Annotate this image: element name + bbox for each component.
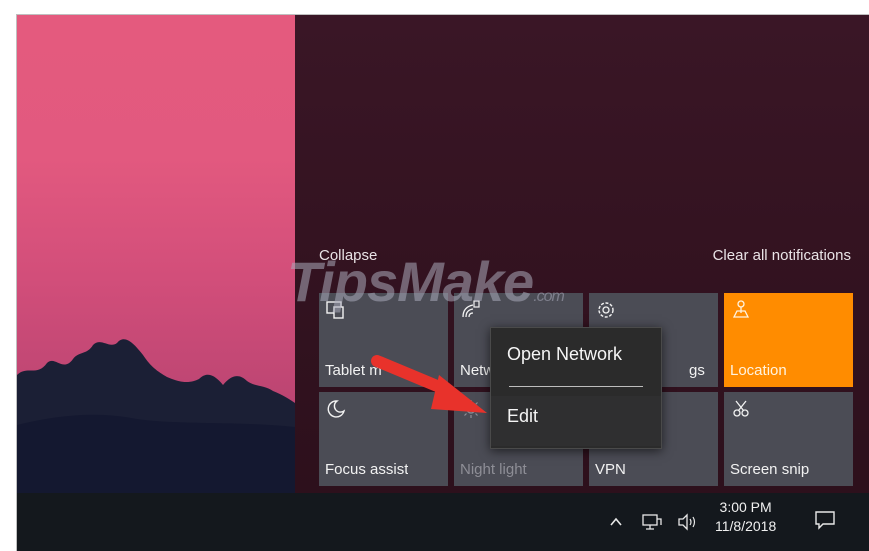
tile-label: Tablet m [325,362,382,379]
location-icon [732,300,750,318]
chevron-up-icon[interactable] [609,515,623,529]
clear-all-notifications-link[interactable]: Clear all notifications [713,247,851,264]
network-tray-icon[interactable] [641,513,663,531]
tablet-mode-icon [326,301,344,319]
tile-label: VPN [595,461,626,478]
moon-icon [327,400,346,418]
scissors-icon [733,400,749,417]
tile-label: Screen snip [730,461,810,478]
tile-label: Focus assist [325,461,409,478]
menu-item-open-network[interactable]: Open Network [507,344,622,365]
tile-location[interactable]: Location [724,293,853,387]
tile-focus-assist[interactable]: Focus assist [319,392,448,486]
action-center-icon[interactable] [814,509,836,531]
network-icon [462,300,480,318]
tile-screen-snip[interactable]: Screen snip [724,392,853,486]
menu-item-edit[interactable]: Edit [507,406,538,427]
tree-silhouette [17,339,295,493]
gear-icon [598,302,614,318]
clock-time: 3:00 PM [719,499,772,515]
tile-tablet-mode[interactable]: Tablet m [319,293,448,387]
context-menu: Open Network Edit [490,327,662,449]
sun-icon [462,400,480,418]
collapse-link[interactable]: Collapse [319,247,377,264]
clock-date: 11/8/2018 [715,518,777,534]
screenshot-frame: Collapse Clear all notifications Tablet … [16,14,869,551]
tile-label-partial: gs [689,362,705,379]
menu-separator [509,386,643,387]
volume-icon[interactable] [677,513,699,531]
tile-label: Location [730,362,787,379]
system-clock[interactable]: 3:00 PM 11/8/2018 [715,498,776,536]
desktop-wallpaper [17,15,295,493]
tile-label: Night light [460,461,527,478]
